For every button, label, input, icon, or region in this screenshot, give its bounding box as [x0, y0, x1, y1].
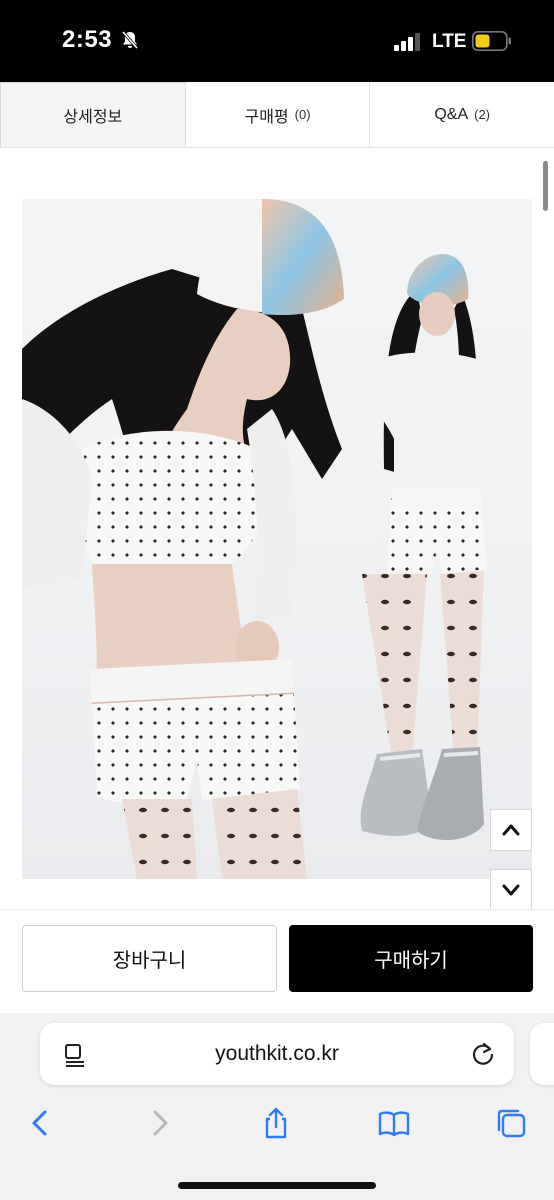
tab-label: 상세정보 — [63, 109, 123, 126]
tabs-button[interactable] — [489, 1101, 533, 1145]
forward-button[interactable] — [138, 1101, 182, 1145]
product-detail-content[interactable] — [0, 149, 554, 909]
product-photo — [22, 199, 532, 879]
bookmarks-icon — [378, 1111, 410, 1137]
buy-button-label: 구매하기 — [374, 950, 448, 972]
share-icon — [265, 1107, 287, 1139]
network-label: LTE — [432, 31, 467, 52]
cart-button-label: 장바구니 — [112, 950, 187, 972]
product-photo-illustration — [22, 199, 532, 879]
home-indicator[interactable] — [178, 1182, 376, 1189]
share-button[interactable] — [254, 1101, 298, 1145]
scroll-down-button[interactable] — [490, 869, 532, 909]
status-time: 2:53 — [62, 26, 113, 53]
bookmarks-button[interactable] — [372, 1101, 416, 1145]
back-button[interactable] — [18, 1101, 62, 1145]
chevron-down-icon — [502, 884, 520, 896]
tab-label: 구매평 — [244, 108, 289, 126]
tab-detail-info[interactable]: 상세정보 — [0, 82, 186, 147]
battery-icon — [472, 31, 511, 51]
tabs-icon — [497, 1109, 526, 1138]
next-tab-preview[interactable] — [530, 1023, 554, 1085]
reload-icon[interactable] — [470, 1041, 496, 1067]
scroll-up-button[interactable] — [490, 809, 532, 851]
tab-count: (0) — [294, 107, 311, 122]
status-bar: 2:53 LTE — [0, 0, 554, 82]
chevron-up-icon — [502, 824, 520, 836]
signal-icon — [394, 33, 420, 51]
address-bar[interactable]: youthkit.co.kr — [40, 1023, 514, 1085]
tab-qna[interactable]: Q&A (2) — [370, 82, 554, 147]
bell-slash-icon — [121, 31, 139, 49]
url-text[interactable]: youthkit.co.kr — [40, 1042, 514, 1066]
buy-now-button[interactable]: 구매하기 — [289, 925, 533, 992]
back-icon — [32, 1110, 47, 1136]
tab-label: Q&A — [434, 105, 469, 123]
tab-reviews[interactable]: 구매평 (0) — [185, 82, 371, 147]
scrollbar[interactable] — [543, 161, 548, 211]
forward-icon — [153, 1110, 168, 1136]
browser-chrome: youthkit.co.kr — [0, 1013, 554, 1200]
purchase-action-bar: 장바구니 구매하기 — [0, 909, 554, 1013]
tab-count: (2) — [474, 107, 491, 122]
add-to-cart-button[interactable]: 장바구니 — [22, 925, 277, 992]
tab-bar: 상세정보 구매평 (0) Q&A (2) — [0, 82, 554, 148]
